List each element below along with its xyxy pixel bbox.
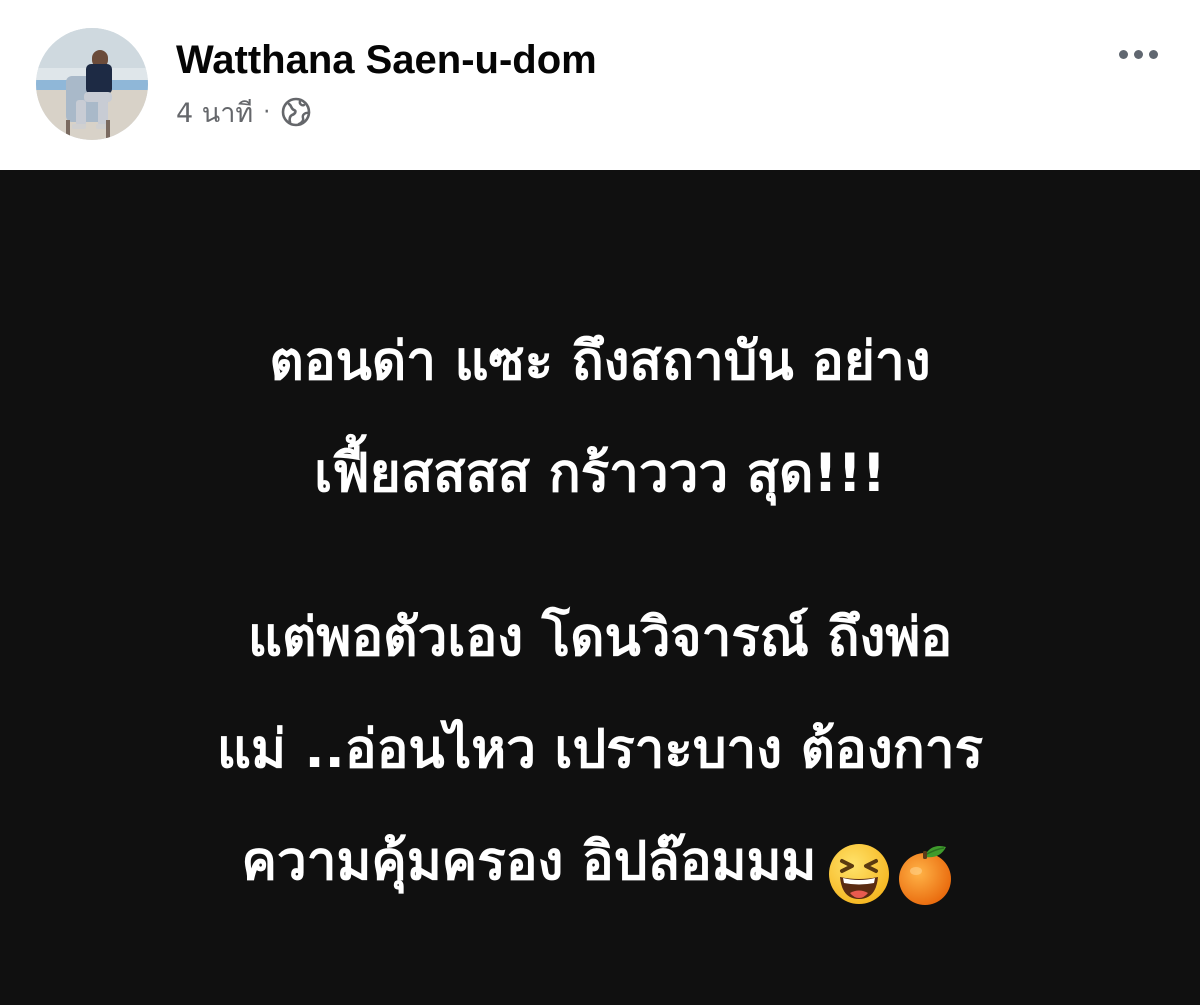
more-options-icon-dot xyxy=(1148,49,1158,59)
post-text-line: แต่พอตัวเอง โดนวิจารณ์ ถึงพ่อ xyxy=(247,607,953,668)
emoji-group xyxy=(826,816,958,928)
post-text: ตอนด่า แซะ ถึงสถาบัน อย่าง เฟี้ยสสสส กร้… xyxy=(0,306,1200,928)
meta-separator: · xyxy=(263,99,271,125)
post-text-line: แม่ ..อ่อนไหว เปราะบาง ต้องการ xyxy=(216,719,984,780)
post-header: Watthana Saen-u-dom 4 นาที · xyxy=(0,0,1200,170)
more-options-icon xyxy=(1118,49,1128,59)
author-name[interactable]: Watthana Saen-u-dom xyxy=(176,36,597,84)
avatar-photo xyxy=(36,28,148,140)
more-options-icon-dot xyxy=(1133,49,1143,59)
post-meta: 4 นาที · xyxy=(176,92,312,132)
post-paragraph: แต่พอตัวเอง โดนวิจารณ์ ถึงพ่อ แม่ ..อ่อน… xyxy=(0,582,1200,928)
laughing-face-emoji xyxy=(829,844,890,905)
post-text-line: ความคุ้มครอง อิปล๊อมมม xyxy=(241,831,817,892)
post-timestamp[interactable]: 4 นาที xyxy=(176,91,253,134)
post-text-line-with-emoji: ความคุ้มครอง อิปล๊อมมม xyxy=(0,806,1200,928)
tangerine-emoji xyxy=(899,846,952,906)
post-content-background[interactable]: ตอนด่า แซะ ถึงสถาบัน อย่าง เฟี้ยสสสส กร้… xyxy=(0,170,1200,1005)
globe-icon[interactable] xyxy=(280,96,312,128)
post-text-line: เฟี้ยสสสส กร้าววว สุด!!! xyxy=(314,443,886,504)
more-options-button[interactable] xyxy=(1110,38,1166,70)
post-paragraph: ตอนด่า แซะ ถึงสถาบัน อย่าง เฟี้ยสสสส กร้… xyxy=(0,306,1200,530)
avatar[interactable] xyxy=(36,28,148,140)
post-text-line: ตอนด่า แซะ ถึงสถาบัน อย่าง xyxy=(269,331,931,392)
